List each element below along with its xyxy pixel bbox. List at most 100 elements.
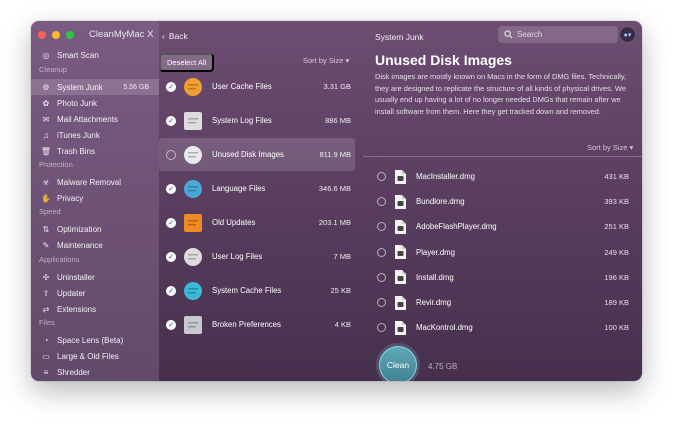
junk-category-size: 3.31 GB [323,82,351,91]
junk-category-size: 4 KB [334,320,351,329]
junk-category-size: 886 MB [325,116,351,125]
junk-category-label: User Log Files [212,252,263,261]
sidebar-item-maintenance[interactable]: ✎ Maintenance [31,237,159,253]
file-size: 431 KB [604,172,629,181]
clean-button-label: Clean [379,346,417,381]
sidebar-item-label: Large & Old Files [57,351,119,361]
folder-icon: ▭ [42,351,50,361]
assistant-avatar-icon[interactable]: ●▾ [619,26,636,43]
user-log-icon [182,246,204,268]
system-junk-icon: ⚙ [42,82,50,92]
sidebar-item-mail-attachments[interactable]: ✉ Mail Attachments [31,111,159,127]
sidebar-item-label: iTunes Junk [57,130,100,140]
junk-category-label: Broken Preferences [212,320,281,329]
junk-category-label: System Log Files [212,116,272,125]
checkbox-checked-icon[interactable]: ✓ [166,115,176,126]
total-size-label: 4.75 GB [428,362,458,371]
back-label: Back [168,31,188,41]
sidebar-item-photo-junk[interactable]: ✿ Photo Junk [31,95,159,111]
broken-prefs-icon [182,314,204,336]
junk-category-row[interactable]: ✓ System Cache Files 25 KB [159,274,355,307]
sidebar-item-label: Trash Bins [57,146,95,156]
dmg-file-icon [395,320,406,335]
sidebar-item-label: Space Lens (Beta) [57,335,124,345]
junk-category-row[interactable]: ✓ Old Updates 203.1 MB [159,206,355,239]
checkbox-checked-icon[interactable]: ✓ [166,251,176,262]
checkbox-checked-icon[interactable]: ✓ [166,183,176,194]
file-checkbox[interactable] [377,172,386,181]
junk-category-row[interactable]: ✓ Language Files 346.6 MB [159,172,355,205]
sort-label: Sort by Size [303,56,344,65]
search-box[interactable] [498,26,618,43]
sidebar-item-system-junk[interactable]: ⚙ System Junk 5.56 GB [31,79,159,95]
sidebar-item-itunes-junk[interactable]: ♫ iTunes Junk [31,127,159,143]
sidebar-item-large-old-files[interactable]: ▭ Large & Old Files [31,348,159,364]
sidebar-item-label: Extensions [57,304,97,314]
junk-category-label: System Cache Files [212,286,282,295]
detail-title: Unused Disk Images [375,52,512,68]
disk-image-row[interactable]: MacInstaller.dmg 431 KB [375,164,633,189]
clean-button[interactable]: Clean [376,343,420,381]
uninstaller-icon: ✣ [42,272,50,282]
extensions-icon: ⇄ [42,304,50,314]
app-title: CleanMyMac X [89,29,154,40]
sidebar-item-smart-scan[interactable]: ◎ Smart Scan [31,47,159,63]
file-checkbox[interactable] [377,222,386,232]
dmg-file-icon [395,219,406,234]
minimize-window-button[interactable] [52,31,60,39]
junk-category-size: 346.6 MB [318,184,351,193]
junk-category-row[interactable]: ✓ Broken Preferences 4 KB [159,308,355,341]
search-input[interactable] [517,30,613,39]
disk-image-row[interactable]: Bundlore.dmg 393 KB [375,189,633,214]
checkbox-checked-icon[interactable]: ✓ [166,319,176,330]
file-name: Bundlore.dmg [416,197,465,207]
dmg-file-icon [395,245,406,260]
sidebar-item-optimization[interactable]: ⇅ Optimization [31,221,159,237]
smart-scan-icon: ◎ [42,50,50,60]
sidebar-item-label: Uninstaller [57,272,95,282]
section-header-files: Files [39,318,55,327]
back-button[interactable]: ‹ Back [162,31,188,41]
file-checkbox[interactable] [377,272,386,282]
disk-image-icon [182,144,204,166]
file-checkbox[interactable] [377,323,386,333]
checkbox-unchecked-icon[interactable] [166,149,176,160]
disk-image-row[interactable]: Player.dmg 249 KB [375,240,633,265]
zoom-window-button[interactable] [66,31,74,39]
sidebar-item-uninstaller[interactable]: ✣ Uninstaller [31,269,159,285]
system-cache-icon [182,280,204,302]
detail-sort-menu[interactable]: Sort by Size ▾ [587,143,633,152]
junk-category-size: 203.1 MB [318,218,351,227]
sort-by-size-menu[interactable]: Sort by Size ▾ [303,56,349,65]
file-size: 393 KB [604,197,629,207]
sidebar-item-label: Privacy [57,193,84,203]
close-window-button[interactable] [38,31,46,39]
photo-junk-icon: ✿ [42,98,50,108]
sidebar-item-space-lens-beta[interactable]: ◔ Space Lens (Beta) [31,332,159,348]
file-checkbox[interactable] [377,298,386,307]
sidebar-item-shredder[interactable]: ≡ Shredder [31,364,159,380]
sidebar-item-privacy[interactable]: ✋ Privacy [31,190,159,206]
sidebar-item-trash-bins[interactable]: 🗑 Trash Bins [31,143,159,159]
file-checkbox[interactable] [377,197,386,207]
disk-image-row[interactable]: Install.dmg 196 KB [375,265,633,290]
junk-category-row[interactable]: Unused Disk Images 811.9 MB [159,138,355,171]
disk-image-row[interactable]: MacKontrol.dmg 100 KB [375,315,633,340]
sidebar-item-malware-removal[interactable]: ☣ Malware Removal [31,174,159,190]
file-name: AdobeFlashPlayer.dmg [416,222,497,232]
sidebar-item-updater[interactable]: ⇪ Updater [31,285,159,301]
file-checkbox[interactable] [377,247,386,257]
search-icon [504,30,513,39]
junk-category-row[interactable]: ✓ User Log Files 7 MB [159,240,355,273]
checkbox-checked-icon[interactable]: ✓ [166,81,176,92]
sidebar-item-extensions[interactable]: ⇄ Extensions [31,301,159,317]
disk-image-row[interactable]: Revir.dmg 189 KB [375,290,633,315]
checkbox-checked-icon[interactable]: ✓ [166,217,176,228]
dmg-file-icon [395,169,406,184]
junk-category-row[interactable]: ✓ System Log Files 886 MB [159,104,355,137]
checkbox-checked-icon[interactable]: ✓ [166,285,176,296]
sidebar-item-label: Photo Junk [57,98,98,108]
disk-image-row[interactable]: AdobeFlashPlayer.dmg 251 KB [375,214,633,239]
file-name: MacInstaller.dmg [416,172,475,181]
junk-category-row[interactable]: ✓ User Cache Files 3.31 GB [159,70,355,103]
